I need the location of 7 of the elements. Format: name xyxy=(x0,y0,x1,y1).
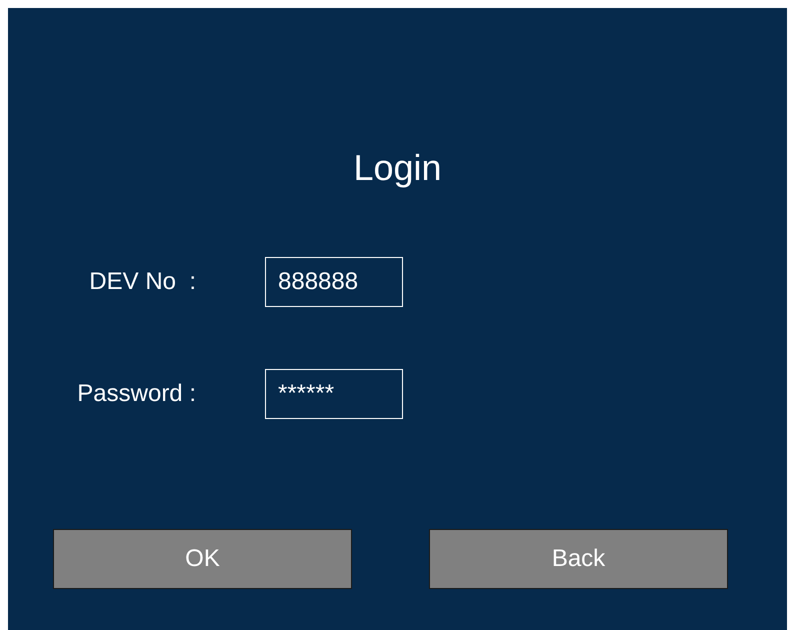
input-field[interactable]: 888888 xyxy=(265,257,403,307)
field-label: DEV No : xyxy=(88,268,197,296)
login-title: Login xyxy=(352,146,443,190)
field-label: Password : xyxy=(76,380,197,408)
input-field[interactable]: ****** xyxy=(265,369,403,419)
ok-button[interactable]: OK xyxy=(53,529,352,589)
back-button[interactable]: Back xyxy=(429,529,728,589)
